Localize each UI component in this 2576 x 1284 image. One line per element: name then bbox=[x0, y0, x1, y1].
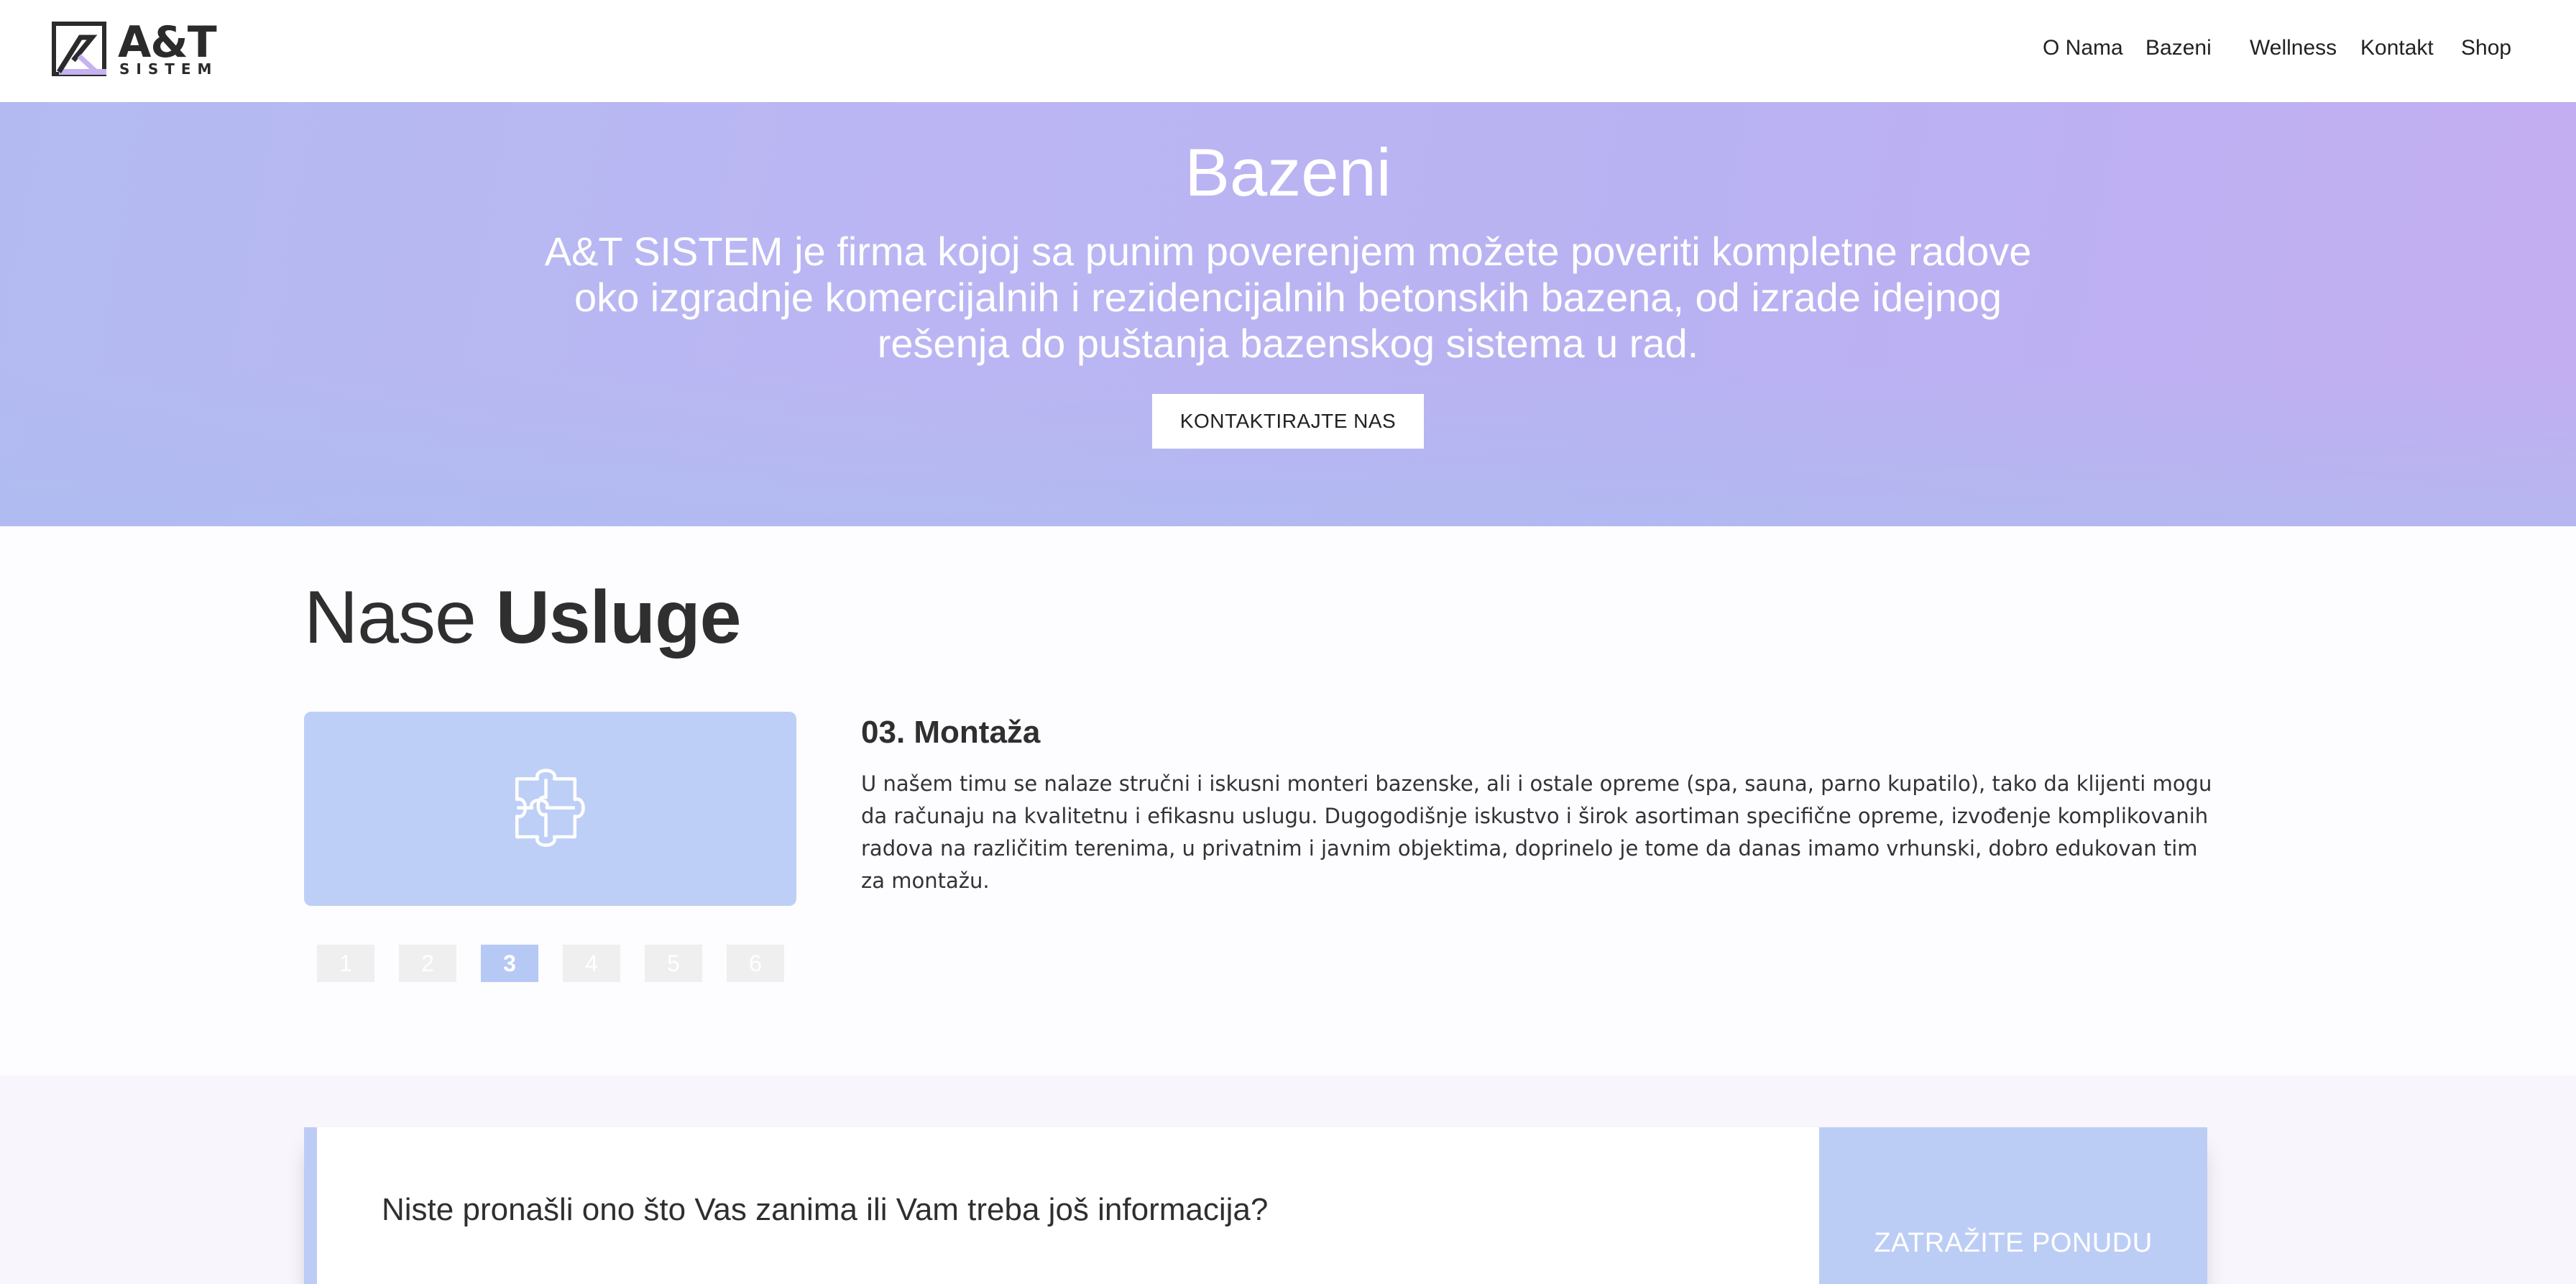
page-button-5[interactable]: 5 bbox=[645, 945, 702, 982]
cta-accent-bar bbox=[304, 1127, 317, 1284]
page-button-2[interactable]: 2 bbox=[399, 945, 456, 982]
page-button-4[interactable]: 4 bbox=[563, 945, 620, 982]
nav-item-kontakt[interactable]: Kontakt bbox=[2360, 36, 2434, 60]
cta-box: Niste pronašli ono što Vas zanima ili Va… bbox=[304, 1127, 2207, 1284]
site-header: A&T SISTEM O Nama Bazeni Wellness Kontak… bbox=[0, 0, 2576, 102]
service-title: 03. Montaža bbox=[861, 715, 1041, 750]
services-heading-bold: Usluge bbox=[495, 576, 742, 659]
nav-item-bazeni[interactable]: Bazeni bbox=[2145, 36, 2212, 60]
service-description: U našem timu se nalaze stručni i iskusni… bbox=[861, 771, 2212, 893]
cta-section: Niste pronašli ono što Vas zanima ili Va… bbox=[0, 1076, 2576, 1284]
service-image bbox=[304, 712, 796, 906]
cta-text: Niste pronašli ono što Vas zanima ili Va… bbox=[382, 1192, 1269, 1227]
nav-item-wellness[interactable]: Wellness bbox=[2250, 36, 2337, 60]
logo-subtext: SISTEM bbox=[119, 60, 218, 78]
page-button-1[interactable]: 1 bbox=[317, 945, 374, 982]
hero-title: Bazeni bbox=[1184, 134, 1392, 210]
logo-mark-icon bbox=[52, 22, 106, 76]
nav-item-shop[interactable]: Shop bbox=[2461, 36, 2511, 60]
contact-us-button[interactable]: KONTAKTIRAJTE NAS bbox=[1152, 394, 1424, 449]
nav-item-o-nama[interactable]: O Nama bbox=[2043, 36, 2123, 60]
puzzle-icon bbox=[515, 769, 585, 847]
page-button-3[interactable]: 3 bbox=[481, 945, 538, 982]
request-offer-button[interactable]: ZATRAŽITE PONUDU bbox=[1819, 1127, 2207, 1284]
services-heading-light: Nase bbox=[304, 576, 477, 659]
hero-description: A&T SISTEM je firma kojoj sa punim pover… bbox=[544, 229, 2032, 366]
page-button-6[interactable]: 6 bbox=[727, 945, 784, 982]
logo[interactable]: A&T SISTEM bbox=[52, 17, 224, 79]
services-heading: Nase Usluge bbox=[304, 575, 742, 661]
hero-section: Bazeni A&T SISTEM je firma kojoj sa puni… bbox=[0, 102, 2576, 526]
